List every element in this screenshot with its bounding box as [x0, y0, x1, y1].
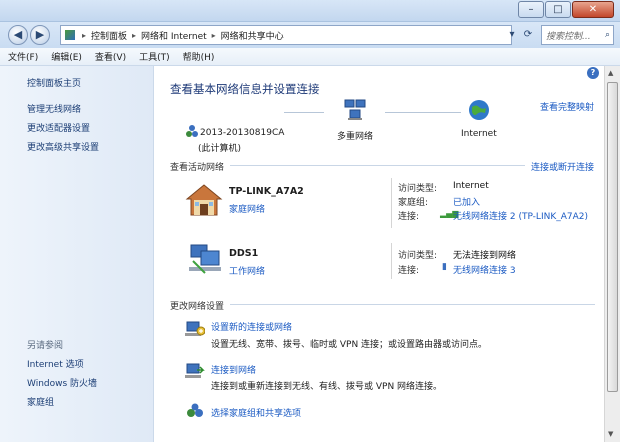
- connection-link-2[interactable]: 无线网络连接 3: [453, 263, 516, 276]
- connect-disconnect-link[interactable]: 连接或断开连接: [531, 160, 594, 173]
- network-type-link-1[interactable]: 家庭网络: [229, 202, 265, 215]
- multiple-networks-icon: [344, 99, 366, 120]
- sidebar-item-homegroup[interactable]: 家庭组: [27, 395, 54, 408]
- homegroup-sharing-icon: [187, 403, 203, 417]
- breadcrumb-network-internet[interactable]: 网络和 Internet: [139, 29, 209, 42]
- connection-link-1[interactable]: 无线网络连接 2 (TP-LINK_A7A2): [453, 209, 588, 222]
- adapter-icon: ▮: [442, 262, 447, 272]
- sidebar-item-control-panel-home[interactable]: 控制面板主页: [27, 76, 81, 89]
- access-type-value-2: 无法连接到网络: [453, 251, 517, 261]
- search-icon[interactable]: ⌕: [605, 30, 610, 40]
- connect-network-icon: [185, 363, 205, 378]
- back-button[interactable]: ◀: [8, 25, 28, 45]
- sidebar: 控制面板主页 管理无线网络 更改适配器设置 更改高级共享设置 另请参阅 Inte…: [0, 66, 154, 442]
- vertical-scrollbar[interactable]: ▲ ▼: [604, 66, 620, 442]
- divider: [230, 165, 525, 166]
- maximize-button[interactable]: □: [545, 1, 571, 18]
- search-placeholder: 搜索控制...: [546, 31, 591, 42]
- topology-line: [385, 112, 461, 113]
- minimize-button[interactable]: –: [518, 1, 544, 18]
- computer-icon: [186, 125, 198, 137]
- multiple-networks-label: 多重网络: [337, 132, 374, 142]
- setup-connection-icon: [185, 321, 205, 336]
- sidebar-item-advanced-sharing[interactable]: 更改高级共享设置: [27, 140, 99, 153]
- divider: [391, 178, 392, 228]
- breadcrumb-control-panel[interactable]: 控制面板: [89, 29, 129, 42]
- connection-label-2: 连接:: [398, 266, 420, 276]
- address-bar[interactable]: ▸ 控制面板 ▸ 网络和 Internet ▸ 网络和共享中心: [60, 25, 512, 45]
- page-title: 查看基本网络信息并设置连接: [170, 82, 320, 96]
- breadcrumb-separator: ▸: [132, 30, 137, 40]
- title-bar: – □ ✕: [0, 0, 620, 22]
- divider: [230, 304, 595, 305]
- task-title-2[interactable]: 连接到网络: [211, 363, 256, 376]
- change-settings-title: 更改网络设置: [170, 302, 225, 312]
- breadcrumb-network-sharing-center[interactable]: 网络和共享中心: [219, 29, 286, 42]
- forward-button[interactable]: ▶: [30, 25, 50, 45]
- menu-view[interactable]: 查看(V): [95, 50, 126, 63]
- task-title-3[interactable]: 选择家庭组和共享选项: [211, 406, 301, 419]
- globe-icon: [469, 100, 489, 120]
- search-input[interactable]: 搜索控制... ⌕: [541, 25, 614, 45]
- task-title-1[interactable]: 设置新的连接或网络: [211, 320, 292, 333]
- sidebar-item-windows-firewall[interactable]: Windows 防火墙: [27, 376, 97, 389]
- close-button[interactable]: ✕: [572, 1, 614, 18]
- menu-edit[interactable]: 编辑(E): [51, 50, 82, 63]
- access-type-label-2: 访问类型:: [398, 251, 438, 261]
- network-name-2: DDS1: [229, 248, 259, 259]
- scrollbar-thumb[interactable]: [607, 82, 618, 392]
- access-type-value-1: Internet: [453, 181, 489, 191]
- topology-line: [284, 112, 324, 113]
- sidebar-item-manage-wireless[interactable]: 管理无线网络: [27, 102, 81, 115]
- breadcrumb-separator: ▸: [211, 30, 216, 40]
- menu-bar: 文件(F) 编辑(E) 查看(V) 工具(T) 帮助(H): [0, 48, 620, 66]
- address-bar-icon: [65, 30, 75, 40]
- work-network-icon: [189, 244, 221, 274]
- divider: [391, 243, 392, 279]
- menu-help[interactable]: 帮助(H): [183, 50, 215, 63]
- view-full-map-link[interactable]: 查看完整映射: [540, 100, 594, 113]
- window-controls: – □ ✕: [517, 1, 614, 18]
- computer-name: 2013-20130819CA: [200, 128, 285, 138]
- network-name-1: TP-LINK_A7A2: [229, 186, 304, 197]
- breadcrumb-separator: ▸: [82, 30, 87, 40]
- connection-label-1: 连接:: [398, 212, 420, 222]
- help-icon[interactable]: ?: [587, 67, 599, 79]
- home-network-icon: [185, 184, 223, 216]
- refresh-icon[interactable]: ⟳: [519, 26, 537, 44]
- computer-sub: (此计算机): [198, 144, 242, 154]
- scroll-up-icon[interactable]: ▲: [608, 69, 613, 77]
- scroll-down-icon[interactable]: ▼: [608, 430, 613, 438]
- sidebar-item-internet-options[interactable]: Internet 选项: [27, 357, 84, 370]
- task-desc-1: 设置无线、宽带、拨号、临时或 VPN 连接；或设置路由器或访问点。: [211, 340, 488, 350]
- homegroup-label: 家庭组:: [398, 198, 429, 208]
- menu-file[interactable]: 文件(F): [8, 50, 38, 63]
- see-also-title: 另请参阅: [27, 341, 64, 351]
- menu-tools[interactable]: 工具(T): [139, 50, 170, 63]
- internet-label: Internet: [461, 129, 497, 139]
- homegroup-joined-link[interactable]: 已加入: [453, 195, 480, 208]
- active-networks-title: 查看活动网络: [170, 163, 225, 173]
- access-type-label-1: 访问类型:: [398, 184, 438, 194]
- task-desc-2: 连接到或重新连接到无线、有线、拨号或 VPN 网络连接。: [211, 382, 443, 392]
- sidebar-item-change-adapter[interactable]: 更改适配器设置: [27, 121, 90, 134]
- address-row: ◀ ▶ ▸ 控制面板 ▸ 网络和 Internet ▸ 网络和共享中心 ▾ ⟳ …: [0, 22, 620, 48]
- network-type-link-2[interactable]: 工作网络: [229, 264, 265, 277]
